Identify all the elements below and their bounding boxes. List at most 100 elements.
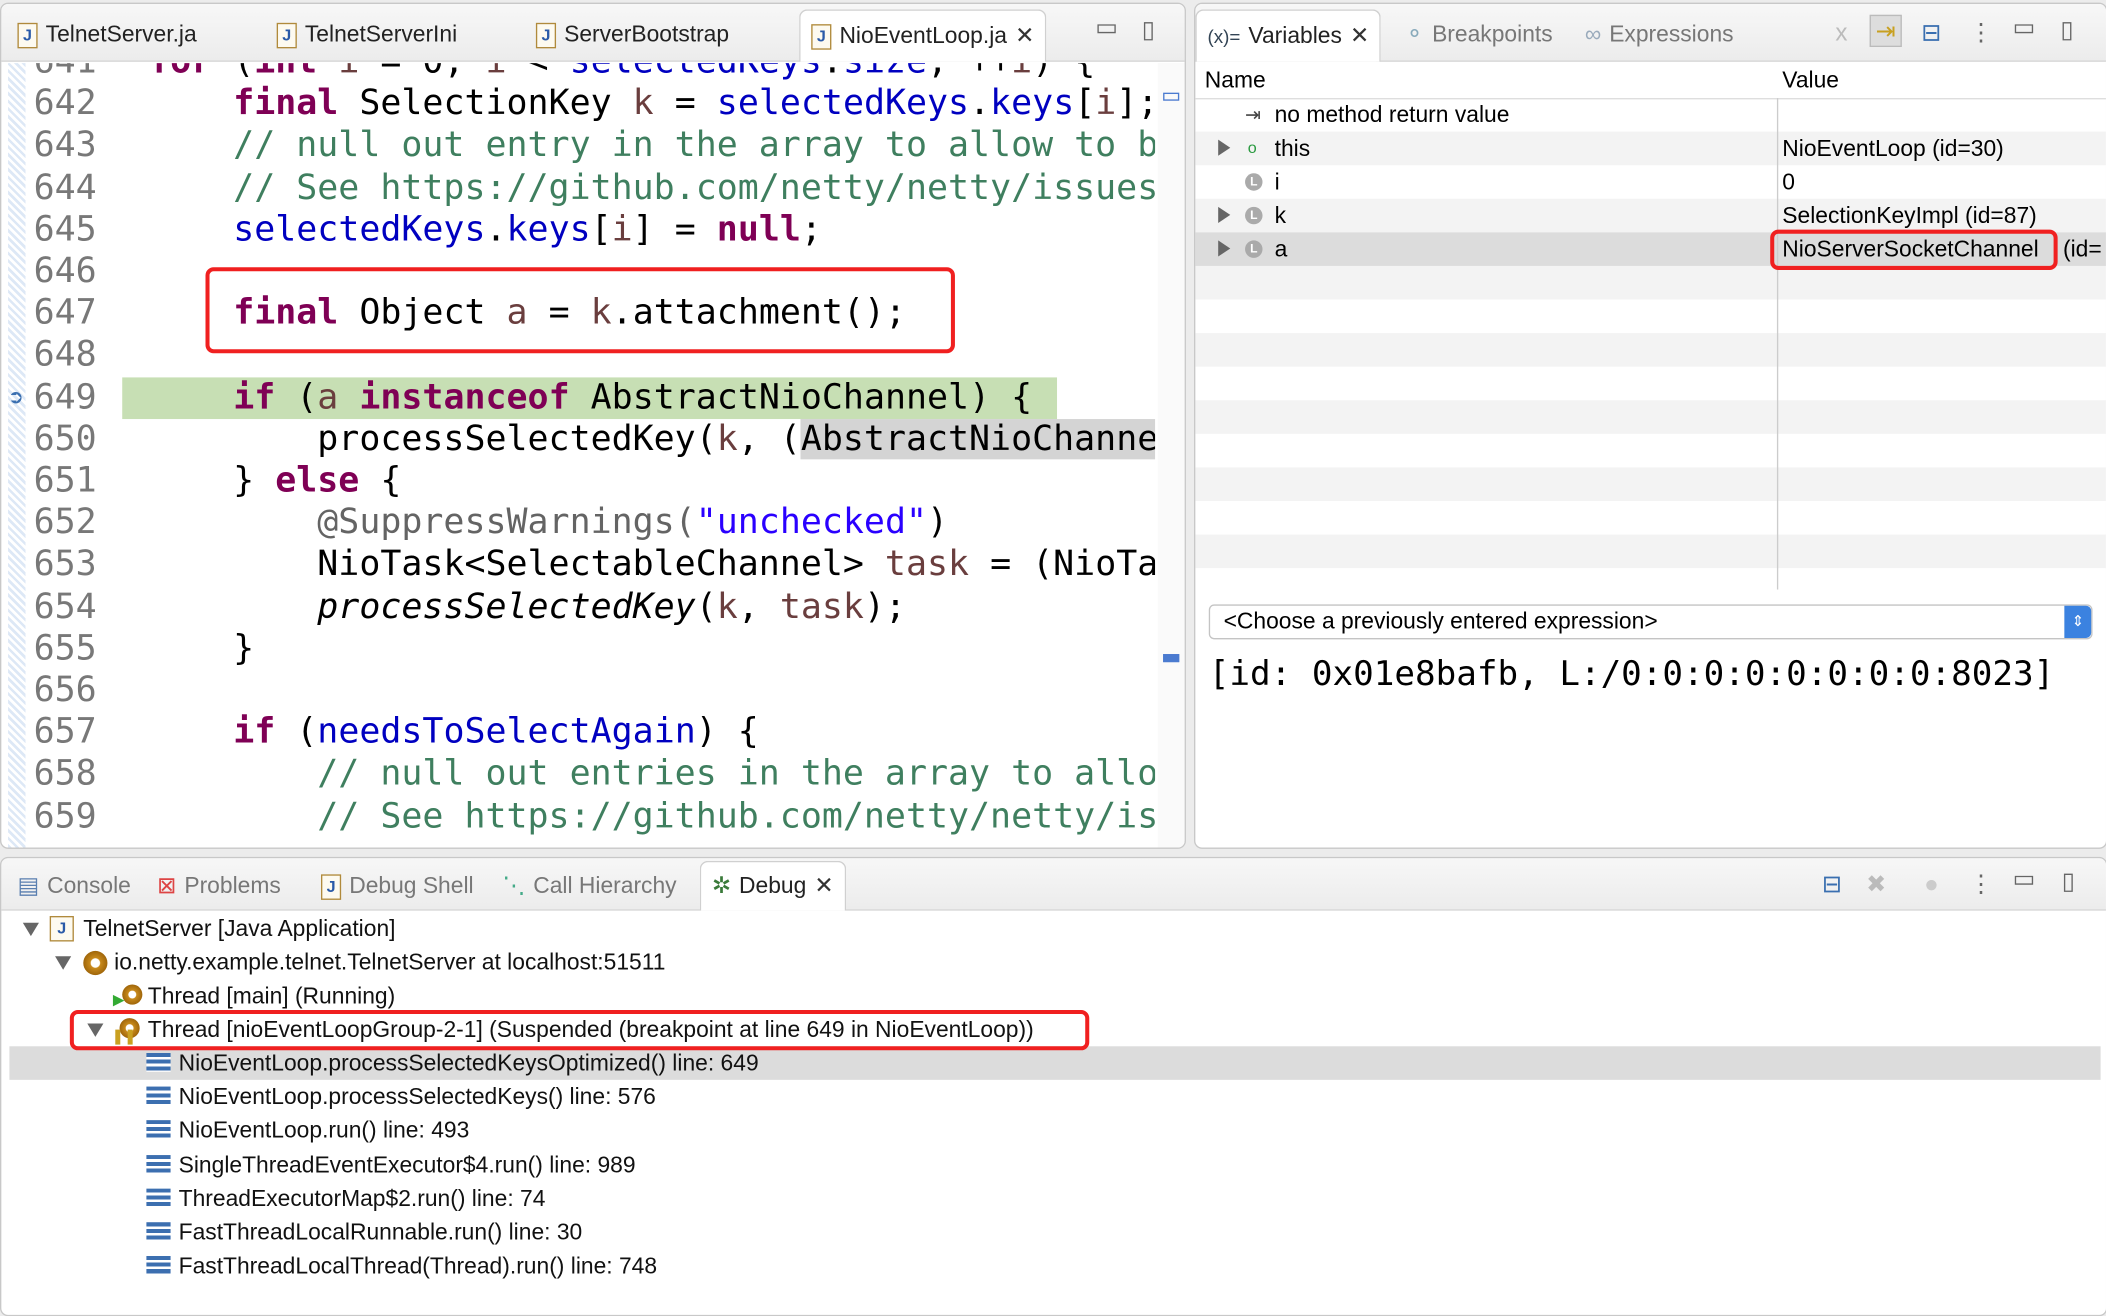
code-line[interactable]: ➲ 649 if (a instanceof AbstractNioChannel… [1, 376, 1155, 419]
view-menu-icon[interactable]: ⋮ [1966, 17, 1996, 47]
close-icon[interactable]: ✕ [814, 873, 833, 900]
maximize-icon[interactable]: ▯ [2052, 15, 2082, 45]
code-line[interactable]: 652 @SuppressWarnings("unchecked") [1, 503, 1155, 545]
collapse-icon[interactable] [22, 922, 39, 937]
code-line[interactable]: 647 final Object a = k.attachment(); [1, 293, 1155, 335]
expand-icon[interactable] [1218, 206, 1231, 223]
overview-ruler[interactable] [1157, 63, 1185, 848]
column-name[interactable]: Name [1205, 63, 1266, 98]
tree-item-vm[interactable]: io.netty.example.telnet.TelnetServer at … [9, 946, 2100, 980]
code-line[interactable]: 644 // See https://github.com/netty/nett… [1, 167, 1155, 209]
tree-label: SingleThreadEventExecutor$4.run() line: … [178, 1151, 636, 1178]
code-text: final SelectionKey k = selectedKeys.keys… [149, 84, 1155, 126]
tab-nioeventloop[interactable]: J NioEventLoop.ja ✕ [799, 9, 1047, 62]
variable-row[interactable]: L i 0 [1198, 165, 2103, 199]
code-editor[interactable]: 641 for (int i = 0; i < selectedKeys.size… [1, 63, 1156, 847]
stack-frame-selected[interactable]: NioEventLoop.processSelectedKeysOptimize… [9, 1046, 2101, 1080]
code-text: // null out entries in the array to allo… [149, 754, 1155, 796]
code-line[interactable]: 641 for (int i = 0; i < selectedKeys.size… [1, 63, 1155, 83]
code-token: instanceof [359, 376, 570, 418]
minimize-icon[interactable]: ▭ [1092, 12, 1122, 42]
variable-row-selected[interactable]: L a NioServerSocketChannel (id= [1195, 232, 2106, 266]
code-line[interactable]: 651 } else { [1, 461, 1155, 503]
code-line[interactable]: 658 // null out entries in the array to … [1, 754, 1155, 796]
close-icon[interactable]: ✕ [1350, 23, 1369, 50]
breakpoint-arrow-icon[interactable]: ➲ [8, 377, 24, 419]
collapse-all-icon[interactable]: ⊟ [1917, 17, 1947, 47]
code-line[interactable]: 655 } [1, 628, 1155, 670]
close-icon[interactable]: ✕ [1015, 23, 1034, 50]
code-text: @SuppressWarnings("unchecked") [149, 503, 948, 545]
tab-debug[interactable]: ✲ Debug ✕ [699, 860, 846, 911]
stack-frame[interactable]: FastThreadLocalRunnable.run() line: 30 [9, 1216, 2100, 1250]
tree-item-thread-suspended[interactable]: ❚❚ Thread [nioEventLoopGroup-2-1] (Suspe… [9, 1013, 2100, 1047]
variable-row[interactable]: ⇥ no method return value [1198, 98, 2103, 132]
detail-pane[interactable]: [id: 0x01e8bafb, L:/0:0:0:0:0:0:0:0:8023… [1209, 654, 2106, 694]
editor-panel: J TelnetServer.ja J TelnetServerIni J Serve… [0, 2, 1186, 849]
code-line[interactable]: 653 NioTask<SelectableChannel> task = (N… [1, 544, 1155, 586]
view-menu-icon[interactable]: ⋮ [1966, 869, 1996, 899]
tab-problems[interactable]: ⊠ Problems [157, 861, 281, 912]
code-line[interactable]: 659 // See https://github.com/netty/nett… [1, 796, 1155, 838]
line-number: 641 [34, 63, 101, 83]
code-line[interactable]: 646 [1, 251, 1155, 293]
tab-breakpoints[interactable]: ⚬ Breakpoints [1405, 9, 1553, 60]
tab-console[interactable]: ▤ Console [17, 861, 130, 912]
tab-telnetserverinitializer[interactable]: J TelnetServerIni [276, 9, 457, 60]
code-line[interactable]: 657 if (needsToSelectAgain) { [1, 712, 1155, 754]
code-line[interactable]: 643 // null out entry in the array to al… [1, 125, 1155, 167]
code-line[interactable]: 654 processSelectedKey(k, task); [1, 586, 1155, 628]
expression-combo[interactable]: <Choose a previously entered expression>… [1208, 604, 2093, 640]
stack-frame[interactable]: NioEventLoop.processSelectedKeys() line:… [9, 1080, 2100, 1114]
column-value[interactable]: Value [1782, 63, 1839, 98]
code-token: final [233, 293, 339, 334]
code-line[interactable]: 650 processSelectedKey(k, (AbstractNioCh… [1, 418, 1156, 461]
line-number: 658 [33, 754, 97, 795]
tree-item-launch[interactable]: J TelnetServer [Java Application] [9, 912, 2100, 946]
code-token: = [527, 293, 591, 334]
show-logical-structure-icon[interactable]: ⇥ [1869, 14, 1902, 48]
stack-frame[interactable]: ThreadExecutorMap$2.run() line: 74 [9, 1182, 2100, 1216]
line-number: 645 [33, 209, 97, 250]
code-token: < [507, 63, 570, 82]
tab-telnetserver[interactable]: J TelnetServer.ja [17, 9, 197, 60]
expand-icon[interactable] [1218, 139, 1231, 156]
variable-row[interactable]: L k SelectionKeyImpl (id=87) [1198, 199, 2103, 233]
code-token: ]; [1116, 83, 1156, 124]
combo-arrow-icon[interactable]: ⇕ [2064, 605, 2092, 638]
launch-icon[interactable]: ● [1917, 869, 1947, 899]
remove-terminated-icon[interactable]: ✖ [1862, 869, 1892, 899]
column-divider[interactable] [1776, 98, 1779, 590]
expand-icon[interactable] [1218, 240, 1231, 257]
tree-item-thread[interactable]: ▶ Thread [main] (Running) [9, 979, 2100, 1013]
stack-frame[interactable]: FastThreadLocalThread(Thread).run() line… [9, 1249, 2100, 1283]
code-line[interactable]: 656 [1, 670, 1155, 712]
stack-frame[interactable]: NioEventLoop.run() line: 493 [9, 1114, 2100, 1148]
tab-expressions[interactable]: ∞ Expressions [1585, 9, 1734, 60]
code-text: for (int i = 0; i < selectedKeys.size; +… [149, 63, 1095, 83]
overview-marker [1163, 92, 1180, 101]
code-line[interactable]: 642 final SelectionKey k = selectedKeys.… [1, 84, 1155, 126]
collapse-icon[interactable] [55, 956, 72, 970]
minimize-icon[interactable]: ▭ [2009, 12, 2039, 42]
tab-call-hierarchy[interactable]: ⋱ Call Hierarchy [502, 861, 676, 912]
tab-serverbootstrap[interactable]: J ServerBootstrap [535, 9, 729, 60]
stack-frame[interactable]: SingleThreadEventExecutor$4.run() line: … [9, 1148, 2100, 1182]
variables-table: ⇥ no method return value o this NioEvent… [1195, 98, 2106, 590]
tab-debug-shell[interactable]: J Debug Shell [321, 861, 474, 912]
tab-variables[interactable]: (x)= Variables ✕ [1195, 9, 1382, 62]
line-number: 647 [33, 293, 97, 334]
show-type-names-icon[interactable]: x [1827, 17, 1857, 47]
bug-icon: ✲ [711, 873, 731, 899]
collapse-all-icon[interactable]: ⊟ [1817, 869, 1847, 899]
code-token: [ [590, 209, 612, 250]
collapse-icon[interactable] [87, 1023, 104, 1037]
maximize-icon[interactable]: ▯ [2054, 866, 2084, 896]
maximize-icon[interactable]: ▯ [1134, 15, 1164, 45]
variable-row[interactable]: o this NioEventLoop (id=30) [1198, 132, 2103, 166]
code-line[interactable]: 645 selectedKeys.keys[i] = null; [1, 209, 1155, 251]
minimize-icon[interactable]: ▭ [2009, 864, 2039, 894]
code-line[interactable]: 648 [1, 335, 1155, 377]
